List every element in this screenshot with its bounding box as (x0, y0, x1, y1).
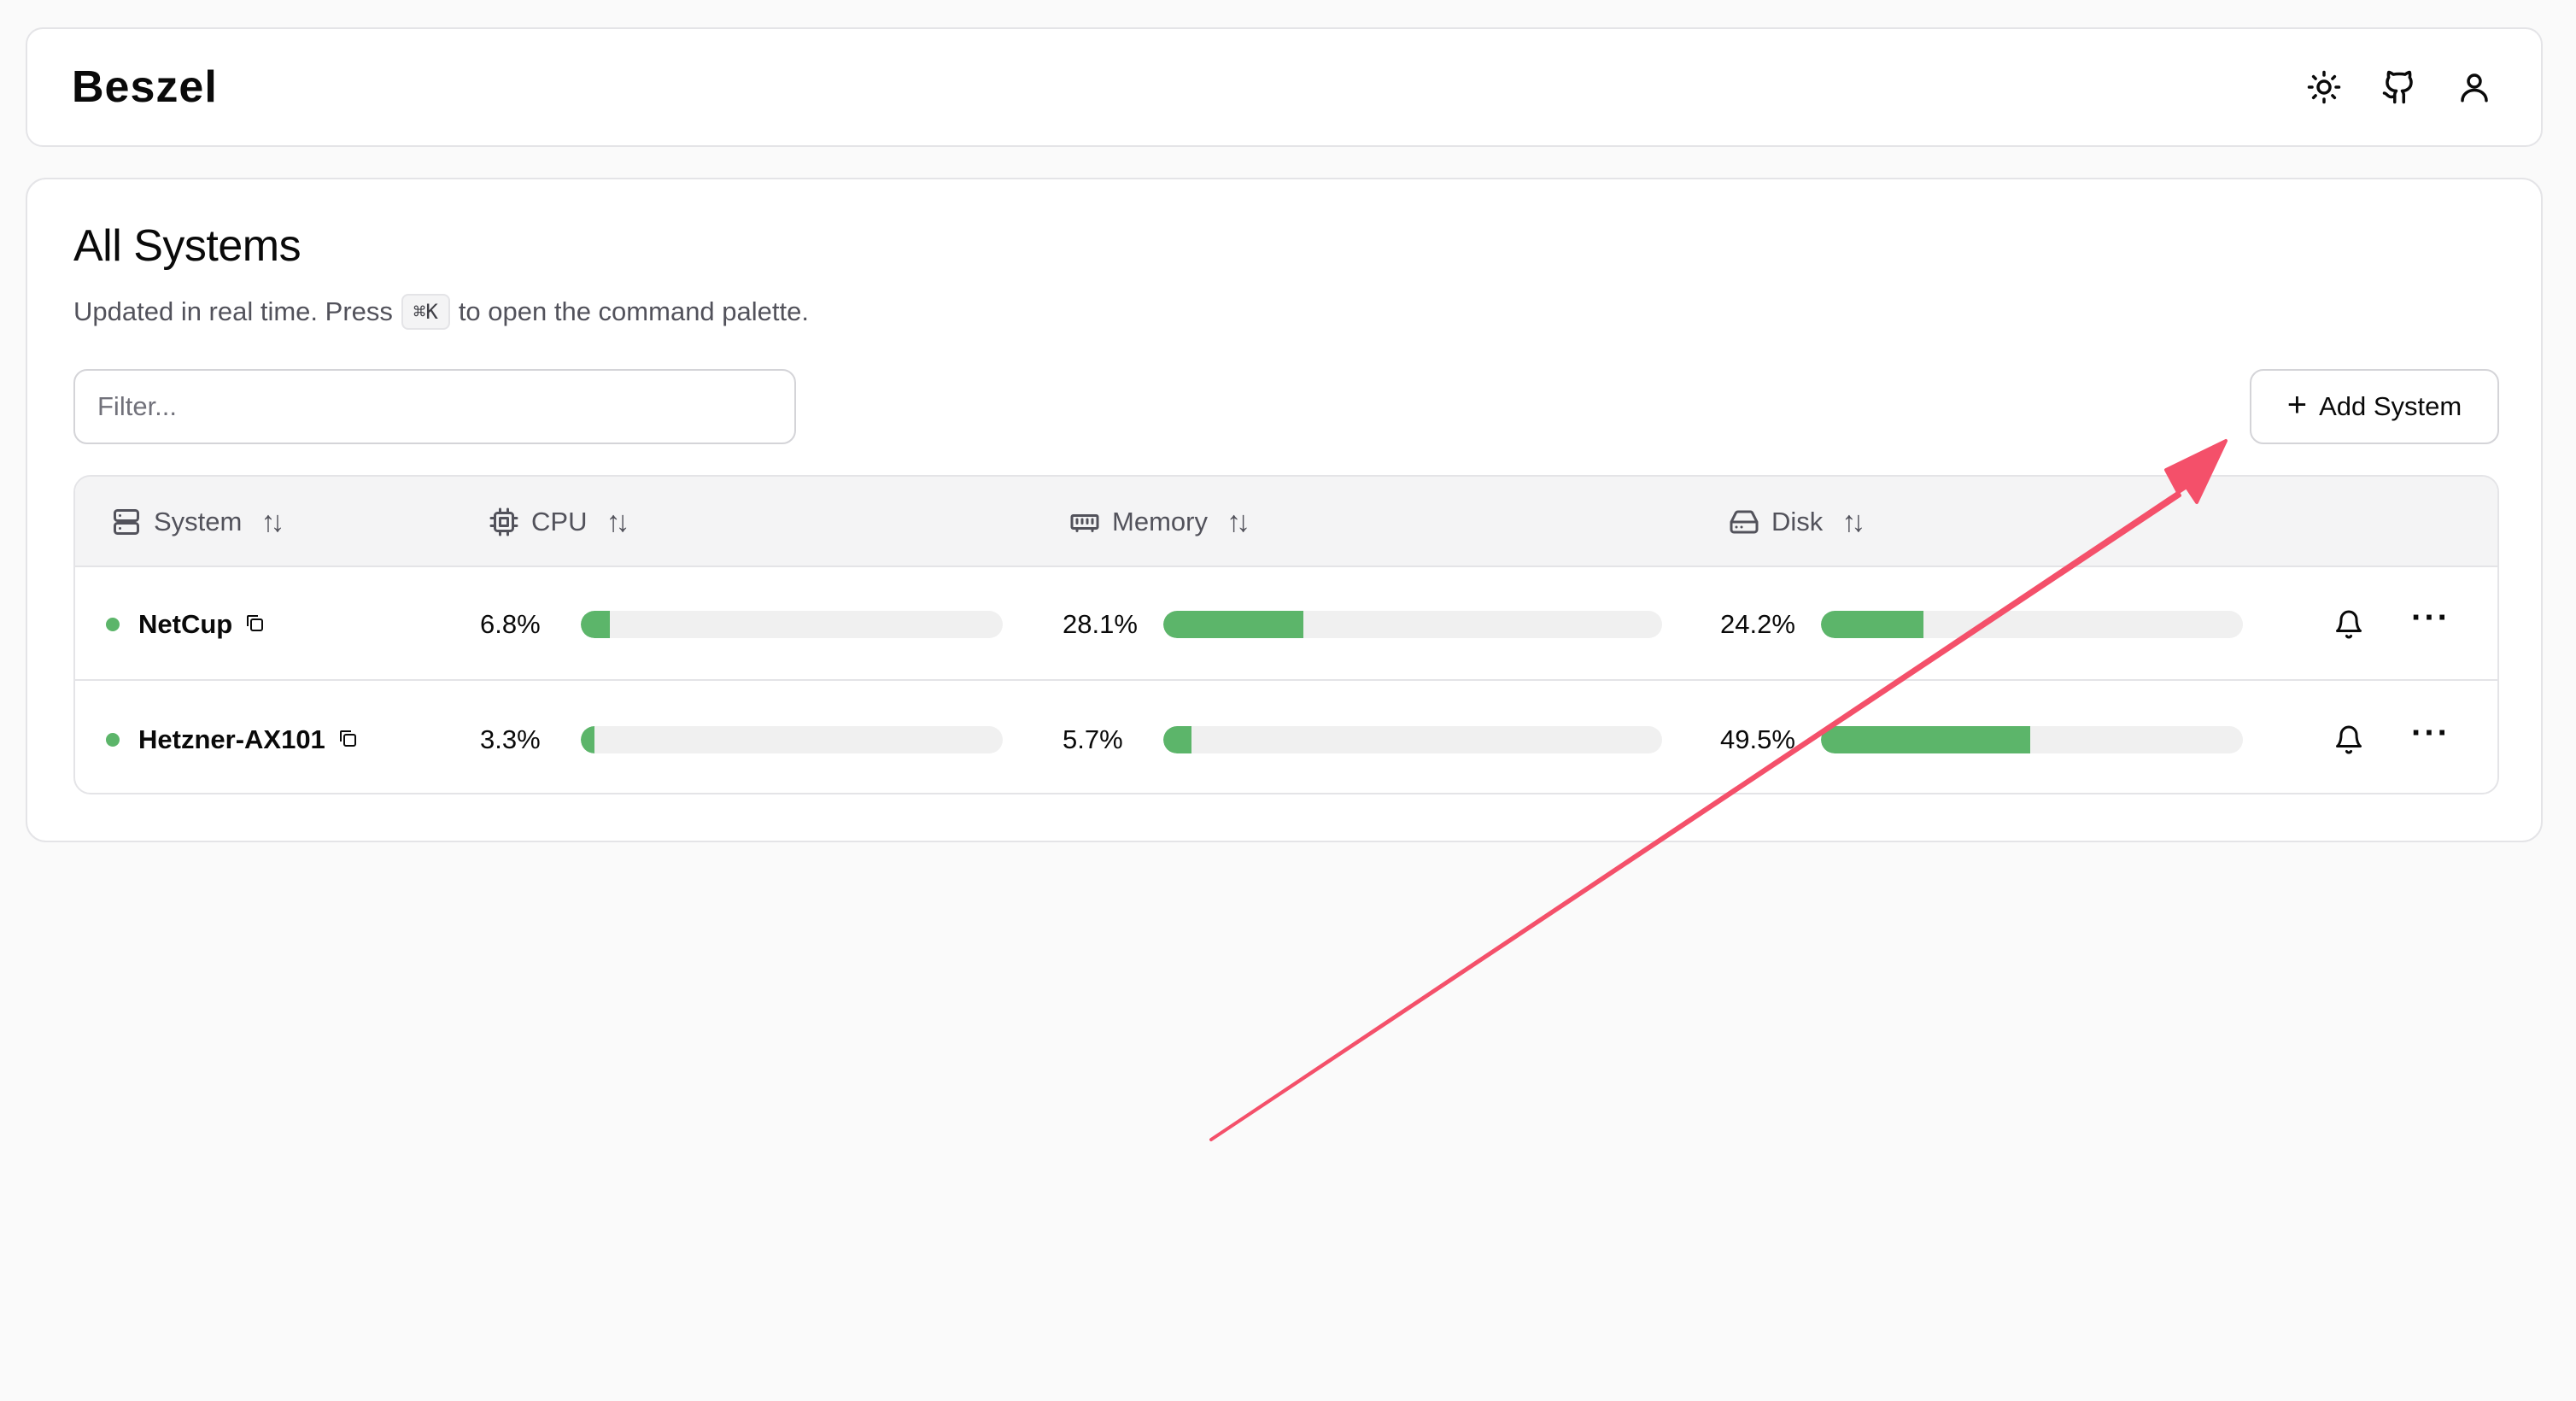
bell-icon (2336, 610, 2362, 638)
column-header-disk[interactable]: Disk ↑↓ (1729, 477, 1865, 567)
system-name[interactable]: Hetzner-AX101 (138, 724, 325, 755)
plus-icon: + (2286, 386, 2308, 424)
sun-icon (2307, 70, 2341, 104)
disk-value: 49.5% (1720, 724, 1795, 754)
memory-bar (1163, 725, 1662, 753)
ellipsis-icon: ··· (2411, 598, 2450, 636)
subtitle-text: Updated in real time. Press (73, 296, 393, 326)
sort-icon: ↑↓ (1841, 505, 1865, 538)
column-label: System (154, 507, 243, 536)
systems-card: All Systems Updated in real time. Press … (26, 178, 2543, 842)
cpu-icon (489, 507, 518, 536)
cpu-bar-fill (581, 610, 610, 638)
cpu-cell: 3.3% (480, 683, 1003, 793)
page-title: All Systems (73, 221, 302, 271)
github-button[interactable] (2379, 67, 2420, 108)
sort-icon: ↑↓ (261, 505, 284, 538)
github-icon (2382, 70, 2413, 104)
table-header: System ↑↓ CPU ↑↓ Memory ↑↓ Disk ↑↓ (75, 477, 2497, 567)
add-system-label: Add System (2319, 391, 2462, 421)
copy-icon[interactable] (337, 724, 358, 755)
top-bar: Beszel (26, 27, 2543, 147)
theme-toggle-button[interactable] (2304, 67, 2345, 108)
disk-bar-fill (1821, 725, 2030, 753)
cpu-bar (581, 610, 1003, 638)
column-header-cpu[interactable]: CPU ↑↓ (489, 477, 629, 567)
column-label: Disk (1771, 507, 1824, 536)
add-system-button[interactable]: + Add System (2250, 369, 2499, 444)
disk-cell: 49.5% (1720, 683, 2243, 793)
disk-icon (1730, 510, 1759, 534)
disk-cell: 24.2% (1720, 567, 2243, 681)
ellipsis-icon: ··· (2411, 713, 2450, 752)
brand-logo[interactable]: Beszel (72, 62, 218, 113)
memory-value: 5.7% (1063, 724, 1123, 754)
more-options-button[interactable]: ··· (2407, 683, 2455, 793)
bell-icon (2336, 725, 2362, 753)
memory-bar-fill (1163, 725, 1192, 753)
memory-cell: 5.7% (1063, 683, 1662, 793)
memory-cell: 28.1% (1063, 567, 1662, 681)
copy-icon[interactable] (244, 609, 265, 640)
table-row[interactable]: NetCup 6.8% 28.1% 24.2% ··· (75, 567, 2497, 681)
cpu-value: 3.3% (480, 724, 541, 754)
memory-value: 28.1% (1063, 608, 1138, 639)
command-shortcut: ⌘K (401, 294, 450, 330)
table-row[interactable]: Hetzner-AX101 3.3% 5.7% 49.5% ··· (75, 683, 2497, 793)
server-icon (114, 509, 139, 535)
memory-bar-fill (1163, 610, 1304, 638)
disk-value: 24.2% (1720, 608, 1795, 639)
subtitle-text-end: to open the command palette. (458, 296, 809, 326)
system-name-cell[interactable]: Hetzner-AX101 (106, 683, 358, 793)
more-options-button[interactable]: ··· (2407, 567, 2455, 681)
page-subtitle: Updated in real time. Press ⌘K to open t… (73, 294, 809, 330)
disk-bar-fill (1821, 610, 1923, 638)
system-name[interactable]: NetCup (138, 609, 232, 640)
cpu-cell: 6.8% (480, 567, 1003, 681)
user-icon (2461, 73, 2488, 103)
alerts-button[interactable] (2325, 567, 2373, 681)
sort-icon: ↑↓ (606, 505, 629, 538)
status-dot (106, 617, 120, 631)
cpu-bar-fill (581, 725, 595, 753)
disk-bar (1821, 725, 2243, 753)
sort-icon: ↑↓ (1226, 505, 1250, 538)
system-name-cell[interactable]: NetCup (106, 567, 265, 681)
column-label: Memory (1112, 507, 1208, 536)
header-actions (2304, 67, 2495, 108)
cpu-value: 6.8% (480, 608, 541, 639)
cpu-bar (581, 725, 1003, 753)
systems-table: System ↑↓ CPU ↑↓ Memory ↑↓ Disk ↑↓ NetCu… (73, 475, 2499, 794)
user-menu-button[interactable] (2454, 67, 2495, 108)
status-dot (106, 732, 120, 747)
filter-input[interactable] (73, 369, 796, 444)
alerts-button[interactable] (2325, 683, 2373, 793)
column-header-system[interactable]: System ↑↓ (111, 477, 284, 567)
app-page: Beszel All Systems Updated in real time.… (0, 0, 2576, 1401)
memory-icon (1070, 514, 1099, 532)
memory-bar (1163, 610, 1662, 638)
column-header-memory[interactable]: Memory ↑↓ (1069, 477, 1250, 567)
column-label: CPU (531, 507, 588, 536)
disk-bar (1821, 610, 2243, 638)
